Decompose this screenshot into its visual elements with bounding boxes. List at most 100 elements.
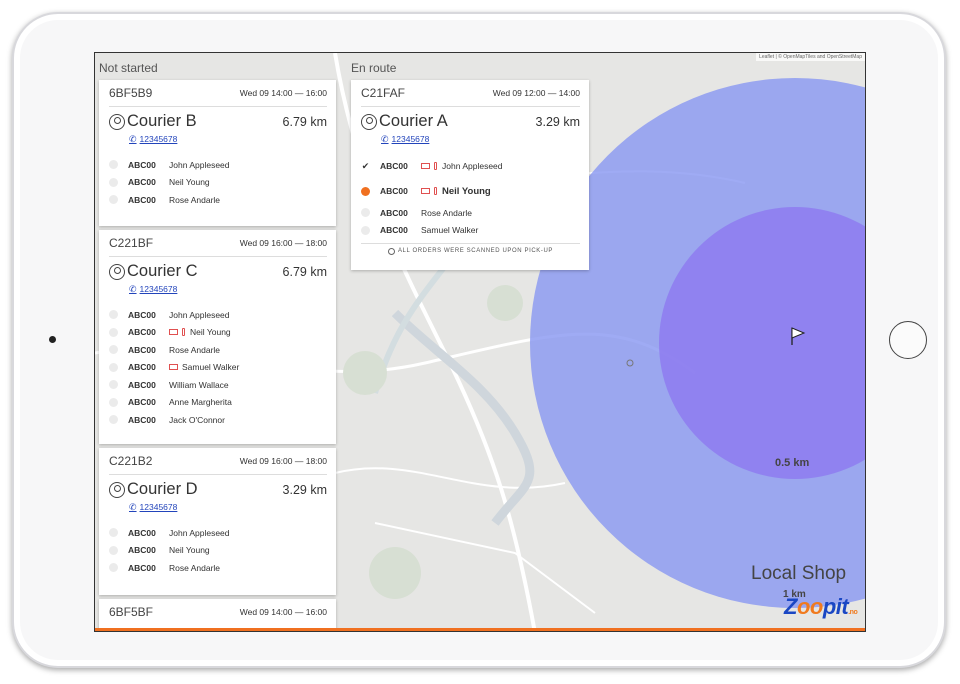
- order-code: ABC00: [128, 344, 156, 355]
- customer-name: Rose Andarle: [169, 194, 221, 205]
- status-dot: [361, 225, 370, 235]
- order-item[interactable]: ABC00 Neil Young: [109, 542, 327, 560]
- order-code: ABC00: [380, 207, 408, 218]
- customer-name: Rose Andarle: [169, 344, 221, 355]
- courier-phone-link[interactable]: ✆ 12345678: [129, 282, 327, 296]
- order-code: ABC00: [128, 362, 156, 373]
- bottle-icon: [434, 162, 437, 170]
- customer-name: Samuel Walker: [421, 225, 479, 236]
- order-code: ABC00: [128, 327, 156, 338]
- logo-text-b: pit: [822, 594, 849, 619]
- status-dot: [109, 397, 118, 407]
- checkmark-icon: ✔: [361, 160, 370, 171]
- order-id: 6BF5BF: [109, 605, 154, 619]
- order-item[interactable]: ABC00 John Appleseed: [109, 156, 327, 174]
- order-id: 6BF5B9: [109, 86, 153, 100]
- courier-distance: 6.79 km: [282, 114, 327, 129]
- envelope-icon: [169, 329, 178, 336]
- courier-phone-link[interactable]: ✆ 12345678: [381, 132, 580, 146]
- order-item[interactable]: ABC00 Rose Andarle: [109, 191, 327, 209]
- order-id: C221B2: [109, 454, 153, 468]
- column-title-not-started: Not started: [99, 61, 158, 75]
- phone-icon: ✆: [129, 283, 137, 294]
- courier-avatar-icon: [361, 113, 377, 130]
- customer-name: John Appleseed: [169, 159, 230, 170]
- camera-dot: [49, 336, 56, 343]
- courier-distance: 3.29 km: [282, 482, 327, 497]
- order-item[interactable]: ABC00 Samuel Walker: [361, 222, 580, 240]
- order-item[interactable]: ABC00 John Appleseed: [109, 524, 327, 542]
- envelope-icon: [421, 188, 430, 194]
- order-item[interactable]: ABC00 Samuel Walker: [109, 359, 327, 377]
- time-slot: Wed 09 14:00 — 16:00: [239, 88, 327, 98]
- courier-name: Courier A: [379, 112, 448, 130]
- customer-name: Rose Andarle: [421, 207, 473, 218]
- shop-name-label: Local Shop: [751, 563, 847, 584]
- courier-phone-link[interactable]: ✆ 12345678: [129, 500, 327, 514]
- logo-text-o: oo: [796, 594, 823, 619]
- order-code: ABC00: [380, 161, 408, 171]
- order-code: ABC00: [128, 397, 156, 408]
- customer-name: Anne Margherita: [169, 397, 232, 408]
- status-dot: [109, 177, 118, 187]
- customer-name: Rose Andarle: [169, 562, 221, 573]
- status-dot: [109, 310, 118, 320]
- delivery-card[interactable]: C221BF Wed 09 16:00 — 18:00 Courier C 6.…: [99, 230, 336, 444]
- status-dot: [109, 545, 118, 555]
- customer-name: John Appleseed: [169, 527, 230, 538]
- scan-check-icon: [387, 247, 395, 255]
- radius-label-inner: 0.5 km: [775, 457, 810, 469]
- column-title-en-route: En route: [351, 61, 397, 75]
- order-item[interactable]: ABC00 Rose Andarle: [361, 204, 580, 222]
- courier-avatar-icon: [109, 263, 125, 280]
- envelope-icon: [169, 364, 178, 371]
- order-item[interactable]: ABC00 Neil Young: [109, 324, 327, 342]
- order-item[interactable]: ABC00 Jack O'Connor: [109, 411, 327, 429]
- customer-name: Neil Young: [442, 185, 491, 197]
- courier-name: Courier C: [127, 262, 198, 280]
- en-route-card[interactable]: C21FAF Wed 09 12:00 — 14:00 Courier A 3.…: [351, 80, 589, 270]
- bottle-icon: [434, 187, 437, 195]
- order-code: ABC00: [128, 177, 156, 188]
- envelope-icon: [421, 163, 430, 169]
- logo-suffix: .no: [848, 609, 858, 616]
- status-dot: [109, 380, 118, 390]
- status-dot: [361, 208, 370, 218]
- order-code: ABC00: [380, 225, 408, 236]
- status-dot: [109, 415, 118, 425]
- order-item[interactable]: ✔ ABC00 John Appleseed: [361, 154, 580, 178]
- courier-avatar-icon: [109, 113, 125, 130]
- order-code: ABC00: [128, 527, 156, 538]
- order-code: ABC00: [128, 545, 156, 556]
- order-item[interactable]: ABC00 Neil Young: [109, 174, 327, 192]
- order-item[interactable]: ABC00 Rose Andarle: [109, 559, 327, 577]
- bottle-icon: [182, 328, 185, 337]
- delivery-card[interactable]: C221B2 Wed 09 16:00 — 18:00 Courier D 3.…: [99, 448, 336, 595]
- order-item-active[interactable]: ABC00 Neil Young: [361, 178, 580, 204]
- scanned-note-text: ALL ORDERS WERE SCANNED UPON PICK-UP: [397, 248, 554, 254]
- order-item[interactable]: ABC00 Anne Margherita: [109, 394, 327, 412]
- phone-icon: ✆: [129, 501, 137, 512]
- customer-name: Neil Young: [190, 327, 231, 338]
- order-code: ABC00: [380, 186, 408, 196]
- courier-phone-link[interactable]: ✆ 12345678: [129, 132, 327, 146]
- active-status-dot: [361, 186, 370, 196]
- delivery-card[interactable]: 6BF5B9 Wed 09 14:00 — 16:00 Courier B 6.…: [99, 80, 336, 226]
- home-button[interactable]: [889, 321, 927, 359]
- phone-icon: ✆: [381, 133, 389, 144]
- customer-name: Neil Young: [169, 177, 210, 188]
- zoopit-logo: Zoopit.no: [784, 594, 858, 620]
- order-id: C21FAF: [361, 86, 406, 100]
- phone-number: 12345678: [139, 502, 178, 512]
- phone-number: 12345678: [139, 284, 178, 294]
- order-code: ABC00: [128, 159, 156, 170]
- map-attribution[interactable]: Leaflet | © OpenMapTiles and OpenStreetM…: [756, 53, 865, 61]
- status-dot: [109, 160, 118, 170]
- order-item[interactable]: ABC00 John Appleseed: [109, 306, 327, 324]
- logo-text-a: Z: [784, 594, 797, 619]
- courier-name: Courier D: [127, 480, 198, 498]
- order-item[interactable]: ABC00 Rose Andarle: [109, 341, 327, 359]
- order-code: ABC00: [128, 194, 156, 205]
- order-code: ABC00: [128, 379, 156, 390]
- order-item[interactable]: ABC00 William Wallace: [109, 376, 327, 394]
